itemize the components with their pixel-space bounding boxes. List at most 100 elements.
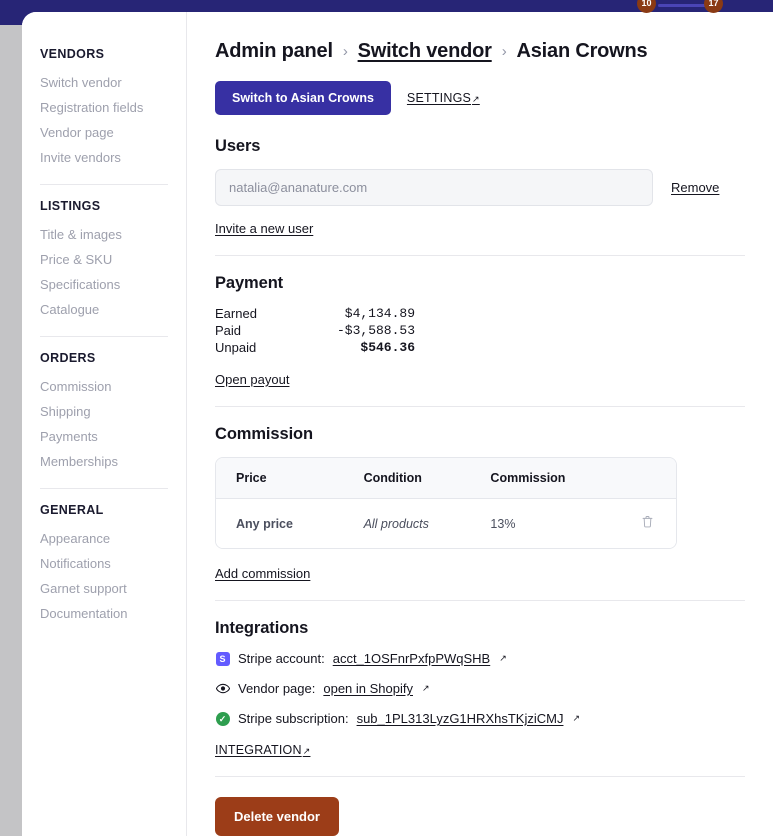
external-link-icon-integration: ↗ — [302, 746, 311, 756]
integrations-section-title: Integrations — [215, 619, 309, 637]
commission-col-condition: Condition — [363, 458, 491, 499]
user-email-input[interactable] — [215, 169, 653, 206]
sidebar-item-documentation[interactable]: Documentation — [40, 601, 168, 626]
chevron-right-icon-2: › — [501, 43, 507, 60]
add-commission-wrap: Add commission — [215, 565, 745, 583]
sidebar-item-invite-vendors[interactable]: Invite vendors — [40, 145, 168, 170]
table-row: Any price All products 13% — [216, 499, 676, 548]
external-link-icon: ↗ — [472, 94, 480, 104]
integration-link-label: INTEGRATION — [215, 743, 302, 757]
invite-new-user-link[interactable]: Invite a new user — [215, 221, 313, 236]
sidebar-item-memberships[interactable]: Memberships — [40, 449, 168, 474]
settings-link[interactable]: SETTINGS↗ — [407, 91, 480, 105]
sidebar-heading-orders: ORDERS — [40, 351, 96, 365]
sidebar-item-price-sku[interactable]: Price & SKU — [40, 247, 168, 272]
commission-header-row: Price Condition Commission — [216, 458, 676, 499]
add-commission-link[interactable]: Add commission — [215, 566, 310, 581]
sidebar-item-switch-vendor[interactable]: Switch vendor — [40, 70, 168, 95]
sidebar-heading-vendors: VENDORS — [40, 47, 105, 61]
notification-badge-1[interactable]: 10 — [637, 0, 656, 13]
payment-amount-paid: -$3,588.53 — [336, 323, 415, 338]
sidebar: VENDORS Switch vendor Registration field… — [22, 12, 187, 836]
vendor-page-shopify-link[interactable]: open in Shopify — [323, 681, 413, 696]
sidebar-divider-2 — [40, 336, 168, 337]
commission-table-body: Any price All products 13% — [216, 499, 676, 548]
stripe-account-link[interactable]: acct_1OSFnrPxfpPWqSHB — [333, 651, 491, 666]
payment-row-unpaid: Unpaid $546.36 — [215, 340, 415, 357]
integration-link[interactable]: INTEGRATION↗ — [215, 743, 310, 757]
integration-row-stripe-subscription: ✓ Stripe subscription: sub_1PL313LyzG1HR… — [215, 711, 745, 726]
commission-table: Price Condition Commission Any price All… — [215, 457, 677, 549]
sidebar-item-registration-fields[interactable]: Registration fields — [40, 95, 168, 120]
remove-user-link[interactable]: Remove — [671, 180, 719, 195]
sidebar-group-orders: ORDERS Commission Shipping Payments Memb… — [22, 351, 186, 474]
delete-vendor-button[interactable]: Delete vendor — [215, 797, 339, 836]
payment-amount-unpaid: $546.36 — [360, 340, 415, 355]
integration-row-stripe-account: S Stripe account: acct_1OSFnrPxfpPWqSHB … — [215, 651, 745, 666]
sidebar-divider-1 — [40, 184, 168, 185]
left-navy-strip — [0, 0, 22, 25]
sidebar-group-vendors: VENDORS Switch vendor Registration field… — [22, 47, 186, 170]
commission-cell-actions — [618, 499, 676, 548]
sidebar-item-specifications[interactable]: Specifications — [40, 272, 168, 297]
integration-label-vendor-page: Vendor page: — [238, 681, 316, 696]
sidebar-item-vendor-page[interactable]: Vendor page — [40, 120, 168, 145]
app-window: VENDORS Switch vendor Registration field… — [22, 12, 773, 836]
commission-table-head: Price Condition Commission — [216, 458, 676, 499]
divider-commission — [215, 600, 745, 601]
commission-cell-price: Any price — [216, 499, 364, 548]
check-circle-icon-glyph: ✓ — [215, 711, 230, 726]
sidebar-item-garnet-support[interactable]: Garnet support — [40, 576, 168, 601]
action-row: Switch to Asian Crowns SETTINGS↗ — [215, 81, 745, 115]
breadcrumb-current: Asian Crowns — [516, 40, 648, 62]
payment-section-title: Payment — [215, 274, 284, 292]
open-payout-wrap: Open payout — [215, 371, 745, 389]
payment-label-unpaid: Unpaid — [215, 340, 257, 355]
commission-col-actions — [618, 458, 676, 499]
breadcrumb-switch-vendor[interactable]: Switch vendor — [358, 40, 492, 63]
users-section-title: Users — [215, 137, 261, 155]
open-payout-link[interactable]: Open payout — [215, 372, 289, 387]
eye-icon — [215, 681, 230, 696]
progress-bar — [658, 4, 710, 7]
switch-to-vendor-button[interactable]: Switch to Asian Crowns — [215, 81, 391, 115]
sidebar-group-listings: LISTINGS Title & images Price & SKU Spec… — [22, 199, 186, 322]
divider-integrations — [215, 776, 745, 777]
settings-link-label: SETTINGS — [406, 91, 472, 105]
payment-row-earned: Earned $4,134.89 — [215, 306, 415, 323]
sidebar-item-commission[interactable]: Commission — [40, 374, 168, 399]
breadcrumb-root[interactable]: Admin panel — [215, 40, 333, 63]
sidebar-item-shipping[interactable]: Shipping — [40, 399, 168, 424]
sidebar-item-appearance[interactable]: Appearance — [40, 526, 168, 551]
commission-section-title: Commission — [215, 425, 314, 443]
payment-label-paid: Paid — [215, 323, 242, 338]
trash-icon[interactable] — [641, 515, 654, 532]
commission-cell-commission: 13% — [490, 499, 619, 548]
external-link-icon-subscription: ↗ — [572, 713, 580, 723]
stripe-icon: S — [215, 651, 230, 666]
sidebar-item-catalogue[interactable]: Catalogue — [40, 297, 168, 322]
divider-payment — [215, 406, 745, 407]
commission-cell-condition: All products — [363, 499, 491, 548]
breadcrumb: Admin panel › Switch vendor › Asian Crow… — [215, 40, 745, 63]
sidebar-heading-listings: LISTINGS — [40, 199, 101, 213]
payment-label-earned: Earned — [215, 306, 257, 321]
external-link-icon-shopify: ↗ — [421, 683, 430, 693]
sidebar-group-general: GENERAL Appearance Notifications Garnet … — [22, 503, 186, 626]
check-circle-icon: ✓ — [215, 711, 230, 726]
integration-row-vendor-page: Vendor page: open in Shopify ↗ — [215, 681, 745, 696]
integration-link-wrap: INTEGRATION↗ — [215, 741, 745, 759]
sidebar-item-payments[interactable]: Payments — [40, 424, 168, 449]
integration-label-stripe-subscription: Stripe subscription: — [238, 711, 349, 726]
main-content: Admin panel › Switch vendor › Asian Crow… — [187, 12, 773, 836]
payment-table: Earned $4,134.89 Paid -$3,588.53 Unpaid … — [215, 306, 415, 357]
notification-badge-2[interactable]: 17 — [704, 0, 723, 13]
divider-users — [215, 255, 745, 256]
sidebar-item-notifications[interactable]: Notifications — [40, 551, 168, 576]
commission-col-price: Price — [216, 458, 364, 499]
sidebar-item-title-images[interactable]: Title & images — [40, 222, 168, 247]
integration-label-stripe-account: Stripe account: — [238, 651, 325, 666]
payment-amount-earned: $4,134.89 — [344, 306, 415, 321]
stripe-subscription-link[interactable]: sub_1PL313LyzG1HRXhsTKjziCMJ — [357, 711, 564, 726]
payment-row-paid: Paid -$3,588.53 — [215, 323, 415, 340]
